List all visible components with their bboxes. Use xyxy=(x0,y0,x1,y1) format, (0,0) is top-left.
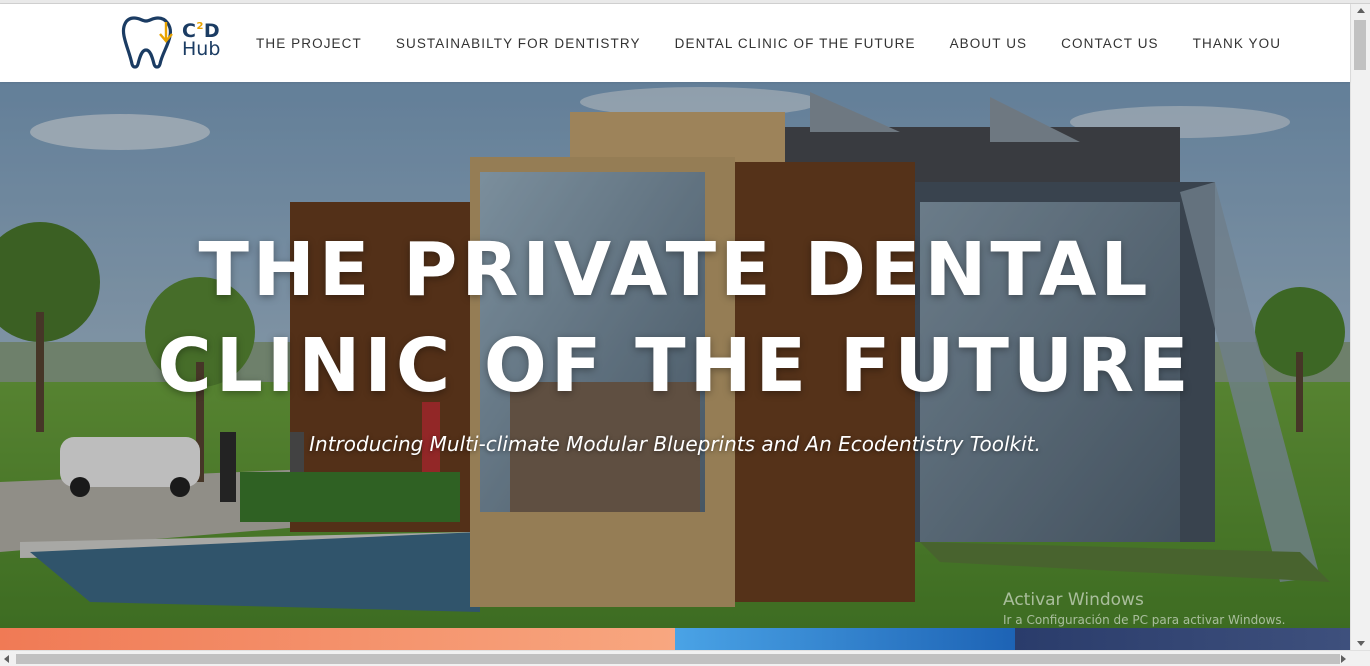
windows-activation-watermark: Activar Windows Ir a Configuración de PC… xyxy=(1003,590,1286,627)
nav-dental-clinic-future[interactable]: DENTAL CLINIC OF THE FUTURE xyxy=(675,36,916,51)
logo-wordmark: C2D Hub xyxy=(182,20,221,60)
preview-image-middle xyxy=(675,628,1015,650)
scroll-up-icon[interactable] xyxy=(1357,8,1365,13)
vertical-scrollbar[interactable] xyxy=(1350,4,1370,650)
horizontal-scroll-thumb[interactable] xyxy=(16,654,1340,664)
nav-contact-us[interactable]: CONTACT US xyxy=(1061,36,1159,51)
hero-subtitle: Introducing Multi-climate Modular Bluepr… xyxy=(309,432,1041,456)
horizontal-scrollbar[interactable] xyxy=(0,650,1370,666)
nav-about-us[interactable]: ABOUT US xyxy=(950,36,1028,51)
scroll-right-icon[interactable] xyxy=(1341,655,1346,663)
tooth-icon xyxy=(121,16,173,69)
site-logo[interactable]: C2D Hub xyxy=(120,10,230,72)
main-nav: THE PROJECT SUSTAINABILTY FOR DENTISTRY … xyxy=(256,4,1315,82)
preview-image-left xyxy=(0,628,675,650)
hero-title: THE PRIVATE DENTAL CLINIC OF THE FUTURE xyxy=(157,227,1193,409)
preview-image-right xyxy=(1015,628,1350,650)
nav-thank-you[interactable]: THANK YOU xyxy=(1193,36,1281,51)
scroll-left-icon[interactable] xyxy=(4,655,9,663)
hero-section: THE PRIVATE DENTAL CLINIC OF THE FUTURE … xyxy=(0,82,1350,628)
site-header: C2D Hub THE PROJECT SUSTAINABILTY FOR DE… xyxy=(0,4,1350,82)
nav-sustainability[interactable]: SUSTAINABILTY FOR DENTISTRY xyxy=(396,36,641,51)
nav-the-project[interactable]: THE PROJECT xyxy=(256,36,362,51)
scroll-down-icon[interactable] xyxy=(1357,641,1365,646)
next-section-preview xyxy=(0,628,1350,650)
vertical-scroll-thumb[interactable] xyxy=(1354,20,1366,70)
